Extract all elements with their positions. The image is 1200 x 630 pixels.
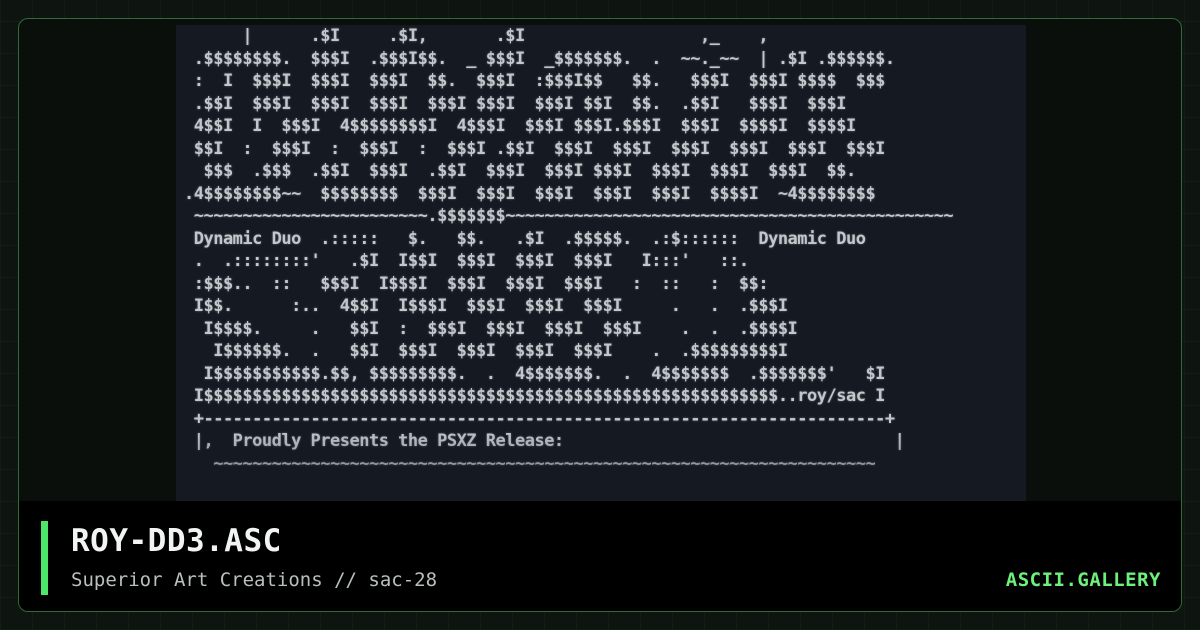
site-brand[interactable]: ASCII.GALLERY bbox=[1006, 569, 1161, 591]
accent-bar bbox=[41, 521, 48, 595]
card-footer: ROY-DD3.ASC Superior Art Creations // sa… bbox=[19, 501, 1181, 611]
ascii-art-preview: | .$I .$I, .$I ,_ , .$$$$$$$$. $$$I .$$$… bbox=[176, 25, 1026, 501]
artwork-title: ROY-DD3.ASC bbox=[71, 523, 282, 559]
og-card-page: | .$I .$I, .$I ,_ , .$$$$$$$$. $$$I .$$$… bbox=[0, 0, 1200, 630]
gallery-card: | .$I .$I, .$I ,_ , .$$$$$$$$. $$$I .$$$… bbox=[18, 18, 1182, 612]
ascii-art-text: | .$I .$I, .$I ,_ , .$$$$$$$$. $$$I .$$$… bbox=[184, 26, 954, 474]
artwork-subtitle: Superior Art Creations // sac-28 bbox=[71, 569, 438, 591]
